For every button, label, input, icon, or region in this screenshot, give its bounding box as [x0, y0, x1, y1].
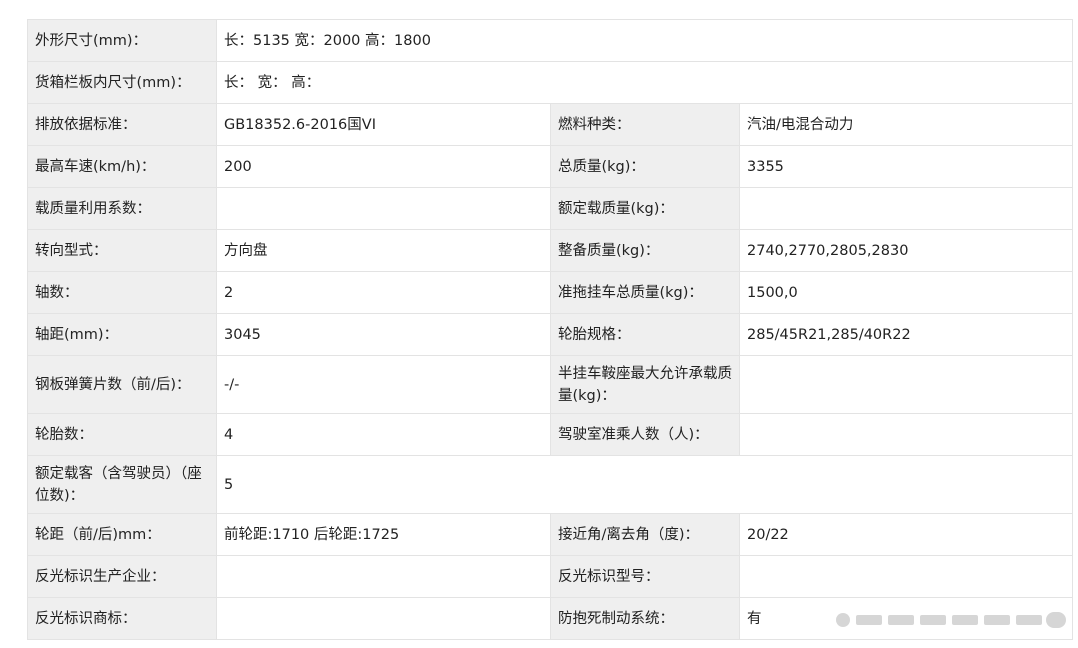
spec-label: 轴数： — [27, 271, 217, 314]
spec-label: 钢板弹簧片数（前/后)： — [27, 355, 217, 414]
spec-value — [216, 555, 551, 598]
spec-value: 2 — [216, 271, 551, 314]
table-row: 载质量利用系数： 额定载质量(kg)： — [27, 187, 1073, 230]
spec-label: 货箱栏板内尺寸(mm)： — [27, 61, 217, 104]
spec-value: GB18352.6-2016国VI — [216, 103, 551, 146]
spec-label: 外形尺寸(mm)： — [27, 19, 217, 62]
table-row: 排放依据标准： GB18352.6-2016国VI 燃料种类： 汽油/电混合动力 — [27, 103, 1073, 146]
spec-label: 轮距（前/后)mm： — [27, 513, 217, 556]
spec-label: 轮胎规格： — [550, 313, 740, 356]
table-row: 轮距（前/后)mm： 前轮距:1710 后轮距:1725 接近角/离去角（度)：… — [27, 513, 1073, 556]
spec-value: 2740,2770,2805,2830 — [739, 229, 1073, 272]
spec-value: 长： 宽： 高： — [216, 61, 1073, 104]
spec-value — [739, 187, 1073, 230]
spec-value: 5 — [216, 455, 1073, 514]
table-row: 转向型式： 方向盘 整备质量(kg)： 2740,2770,2805,2830 — [27, 229, 1073, 272]
spec-value: 有 — [739, 597, 1073, 640]
spec-value: 方向盘 — [216, 229, 551, 272]
spec-label: 反光标识商标： — [27, 597, 217, 640]
table-row: 最高车速(km/h)： 200 总质量(kg)： 3355 — [27, 145, 1073, 188]
spec-table-body: 外形尺寸(mm)： 长：5135 宽：2000 高：1800 货箱栏板内尺寸(m… — [27, 19, 1073, 640]
spec-value: 285/45R21,285/40R22 — [739, 313, 1073, 356]
spec-label: 驾驶室准乘人数（人)： — [550, 413, 740, 456]
spec-label: 防抱死制动系统： — [550, 597, 740, 640]
spec-value: 前轮距:1710 后轮距:1725 — [216, 513, 551, 556]
spec-value: 3355 — [739, 145, 1073, 188]
spec-label: 载质量利用系数： — [27, 187, 217, 230]
table-row: 反光标识生产企业： 反光标识型号： — [27, 555, 1073, 598]
spec-label: 总质量(kg)： — [550, 145, 740, 188]
table-row: 轮胎数： 4 驾驶室准乘人数（人)： — [27, 413, 1073, 456]
spec-value: 1500,0 — [739, 271, 1073, 314]
spec-label: 轴距(mm)： — [27, 313, 217, 356]
table-row: 轴距(mm)： 3045 轮胎规格： 285/45R21,285/40R22 — [27, 313, 1073, 356]
spec-value: 4 — [216, 413, 551, 456]
spec-label: 整备质量(kg)： — [550, 229, 740, 272]
vehicle-spec-table: 外形尺寸(mm)： 长：5135 宽：2000 高：1800 货箱栏板内尺寸(m… — [27, 19, 1073, 640]
spec-label: 半挂车鞍座最大允许承载质量(kg)： — [550, 355, 740, 414]
table-row: 额定载客（含驾驶员）（座位数)： 5 — [27, 455, 1073, 514]
spec-value — [739, 413, 1073, 456]
spec-value: 汽油/电混合动力 — [739, 103, 1073, 146]
spec-label: 转向型式： — [27, 229, 217, 272]
table-row: 外形尺寸(mm)： 长：5135 宽：2000 高：1800 — [27, 19, 1073, 62]
spec-value: -/- — [216, 355, 551, 414]
spec-label: 燃料种类： — [550, 103, 740, 146]
spec-value: 200 — [216, 145, 551, 188]
spec-label: 反光标识型号： — [550, 555, 740, 598]
spec-value: 3045 — [216, 313, 551, 356]
table-row: 货箱栏板内尺寸(mm)： 长： 宽： 高： — [27, 61, 1073, 104]
spec-label: 额定载质量(kg)： — [550, 187, 740, 230]
table-row: 轴数： 2 准拖挂车总质量(kg)： 1500,0 — [27, 271, 1073, 314]
spec-value — [739, 555, 1073, 598]
spec-label: 准拖挂车总质量(kg)： — [550, 271, 740, 314]
spec-value: 长：5135 宽：2000 高：1800 — [216, 19, 1073, 62]
table-row: 钢板弹簧片数（前/后)： -/- 半挂车鞍座最大允许承载质量(kg)： — [27, 355, 1073, 414]
spec-label: 额定载客（含驾驶员）（座位数)： — [27, 455, 217, 514]
spec-label: 排放依据标准： — [27, 103, 217, 146]
spec-label: 最高车速(km/h)： — [27, 145, 217, 188]
spec-value — [216, 597, 551, 640]
spec-label: 反光标识生产企业： — [27, 555, 217, 598]
spec-value — [216, 187, 551, 230]
table-row: 反光标识商标： 防抱死制动系统： 有 — [27, 597, 1073, 640]
spec-label: 接近角/离去角（度)： — [550, 513, 740, 556]
spec-value: 20/22 — [739, 513, 1073, 556]
spec-value — [739, 355, 1073, 414]
spec-label: 轮胎数： — [27, 413, 217, 456]
